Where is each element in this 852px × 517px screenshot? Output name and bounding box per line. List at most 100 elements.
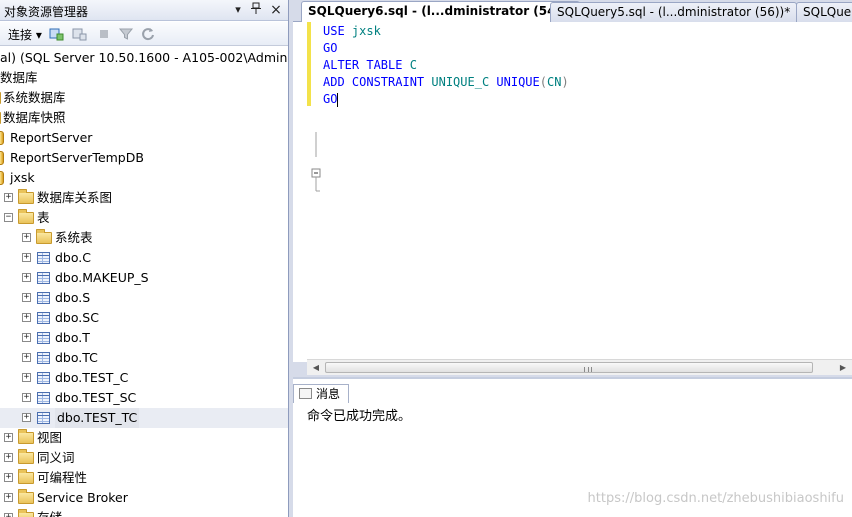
connect-dropdown[interactable]: 连接 ▾ — [8, 26, 42, 43]
table-icon — [37, 412, 50, 424]
tree-item[interactable]: + 系统表 — [0, 228, 288, 248]
folder-icon — [18, 509, 34, 517]
database-icon — [0, 131, 4, 145]
expand-icon[interactable]: + — [22, 413, 31, 422]
tree-item[interactable]: + dbo.C — [0, 248, 288, 268]
tree-item-label: Service Broker — [37, 490, 128, 505]
expand-icon[interactable]: + — [22, 273, 31, 282]
editor-tab[interactable]: SQLQuery5.sql - (l...dministrator (56))* — [550, 2, 798, 22]
tree-item[interactable]: + 数据库关系图 — [0, 188, 288, 208]
tree-item[interactable]: ReportServer — [0, 128, 288, 148]
expand-icon[interactable]: + — [4, 473, 13, 482]
tree-item[interactable]: + dbo.TEST_SC — [0, 388, 288, 408]
tree-item[interactable]: ReportServerTempDB — [0, 148, 288, 168]
tree-item[interactable]: + dbo.T — [0, 328, 288, 348]
window-position-icon[interactable]: ▾ — [230, 2, 246, 18]
tree-item-label: jxsk — [10, 170, 35, 185]
tree-item[interactable]: + 存储 — [0, 508, 288, 517]
folder-icon — [18, 189, 34, 204]
tree-item[interactable]: + dbo.S — [0, 288, 288, 308]
object-explorer-panel: 对象资源管理器 ▾ × 连接 ▾ al) (SQL Server 10.50.1… — [0, 0, 289, 517]
tree-item-label: ReportServerTempDB — [10, 150, 144, 165]
tree-item-label: 视图 — [37, 430, 63, 445]
folder-icon — [0, 92, 1, 104]
filter-icon[interactable] — [118, 26, 134, 42]
scroll-left-icon[interactable]: ◀ — [309, 362, 323, 374]
refresh-icon[interactable] — [140, 26, 156, 42]
tree-item[interactable]: 数据库快照 — [0, 108, 288, 128]
expand-icon[interactable]: + — [4, 513, 13, 517]
tree-item-label: 数据库 — [0, 70, 38, 85]
tree-item-label: 可编程性 — [37, 470, 88, 485]
tree-item[interactable]: + 视图 — [0, 428, 288, 448]
scroll-thumb[interactable] — [325, 362, 813, 373]
document-tabs: SQLQuery6.sql - (l...dministrator (54))*… — [293, 0, 852, 22]
code-token: ALTER TABLE — [323, 58, 410, 72]
expand-icon[interactable]: + — [4, 193, 13, 202]
expand-icon[interactable]: + — [22, 233, 31, 242]
table-icon — [37, 392, 50, 404]
tree-item[interactable]: + 同义词 — [0, 448, 288, 468]
horizontal-scrollbar[interactable]: ◀ ▶ — [307, 359, 852, 375]
tree-item[interactable]: + dbo.MAKEUP_S — [0, 268, 288, 288]
close-icon[interactable]: × — [268, 2, 284, 18]
code-line: ADD CONSTRAINT UNIQUE_C UNIQUE(CN) — [323, 74, 569, 91]
code-token: UNIQUE_C — [431, 75, 497, 89]
disconnect-icon[interactable] — [71, 26, 87, 42]
stop-icon[interactable] — [96, 26, 112, 42]
object-explorer-title: 对象资源管理器 — [4, 5, 89, 19]
code-line: USE jxsk — [323, 23, 381, 40]
tree-item-label: dbo.S — [55, 290, 91, 305]
sql-editor[interactable]: USE jxsk GO ALTER TABLE C ADD CONSTRAINT UN… — [293, 22, 852, 362]
folder-icon — [0, 112, 1, 124]
expand-icon[interactable]: + — [22, 313, 31, 322]
collapse-icon[interactable]: − — [4, 213, 13, 222]
tree-item[interactable]: + dbo.TEST_C — [0, 368, 288, 388]
expand-icon[interactable]: + — [4, 433, 13, 442]
tree-item-label: dbo.MAKEUP_S — [55, 270, 149, 285]
object-explorer-toolbar: 连接 ▾ — [0, 22, 288, 46]
pin-icon[interactable] — [248, 2, 264, 18]
server-node-label: al) (SQL Server 10.50.1600 - A105-002\Ad… — [0, 50, 289, 65]
tree-item-label: dbo.SC — [55, 310, 99, 325]
expand-icon[interactable]: + — [22, 373, 31, 382]
tree-item[interactable]: − 表 — [0, 208, 288, 228]
tree-item-label: 存储 — [37, 508, 62, 517]
code-line: GO — [323, 91, 339, 108]
expand-icon[interactable]: + — [22, 353, 31, 362]
code-token: GO — [323, 92, 338, 106]
expand-icon[interactable]: + — [4, 493, 13, 502]
tree-item-label: 表 — [37, 210, 50, 225]
editor-margin — [293, 22, 307, 362]
tree-item[interactable]: + 可编程性 — [0, 468, 288, 488]
expand-icon[interactable]: + — [22, 253, 31, 262]
expand-icon[interactable]: + — [22, 293, 31, 302]
tree-item-label: 系统表 — [55, 230, 93, 245]
tree-item-label: dbo.T — [55, 330, 90, 345]
expand-icon[interactable]: + — [22, 393, 31, 402]
editor-tab[interactable]: SQLQue — [796, 2, 852, 22]
table-icon — [37, 272, 50, 284]
connect-object-explorer-icon[interactable] — [48, 26, 64, 42]
scroll-grip-icon — [584, 367, 592, 372]
tree-item[interactable]: + Service Broker — [0, 488, 288, 508]
expand-icon[interactable]: + — [22, 333, 31, 342]
editor-tab[interactable]: SQLQuery6.sql - (l...dministrator (54))* — [301, 1, 580, 22]
result-message: 命令已成功完成。 — [307, 409, 412, 424]
watermark: https://blog.csdn.net/zhebushibiaoshifu — [587, 491, 844, 506]
tree-item[interactable]: jxsk — [0, 168, 288, 188]
tree-item[interactable]: 系统数据库 — [0, 88, 288, 108]
scroll-right-icon[interactable]: ▶ — [836, 362, 850, 374]
tree-item[interactable]: + dbo.SC — [0, 308, 288, 328]
expand-icon[interactable]: + — [4, 453, 13, 462]
tab-messages[interactable]: 消息 — [293, 384, 350, 403]
tree-item[interactable]: 数据库 — [0, 68, 288, 88]
table-icon — [37, 312, 50, 324]
tree-item[interactable]: + dbo.TC — [0, 348, 288, 368]
folder-icon — [18, 449, 34, 464]
results-pane: 消息 命令已成功完成。 https://blog.csdn.net/zhebus… — [293, 377, 852, 517]
table-icon — [37, 372, 50, 384]
tree-item[interactable]: + dbo.TEST_TC — [0, 408, 288, 428]
code-token: USE — [323, 24, 352, 38]
tab-messages-label: 消息 — [316, 387, 341, 401]
